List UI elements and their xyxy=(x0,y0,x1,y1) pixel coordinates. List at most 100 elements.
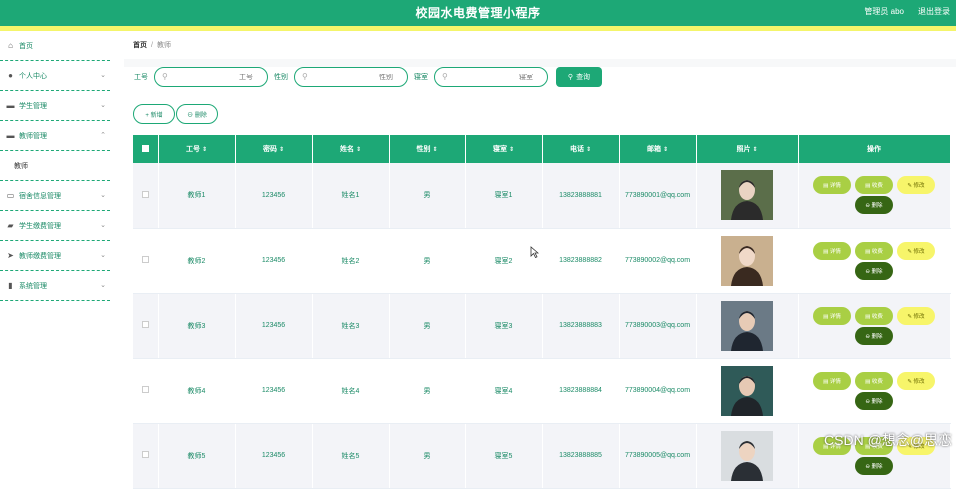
gender-search-field[interactable]: ⚲ xyxy=(294,67,408,87)
breadcrumb-home[interactable]: 首页 xyxy=(133,40,147,50)
cell-actions: ▤ 详情 ▤ 收费 ✎ 修改 ⊖ 删除 xyxy=(798,293,951,359)
row-checkbox[interactable] xyxy=(141,321,149,328)
sidebar-item-system[interactable]: ▮ 系统管理 ⌄ xyxy=(0,271,110,301)
row-checkbox-cell[interactable] xyxy=(133,293,159,359)
cell-phone: 13823888883 xyxy=(542,293,620,359)
search-icon: ⚲ xyxy=(442,72,448,81)
row-checkbox[interactable] xyxy=(141,256,149,263)
breadcrumb-current: 教师 xyxy=(156,42,171,49)
delete-button[interactable]: ⊖ 删除 xyxy=(176,104,218,124)
row-delete-button[interactable]: ⊖ 删除 xyxy=(855,456,893,475)
row-delete-button[interactable]: ⊖ 删除 xyxy=(855,196,893,215)
gender-search-input[interactable] xyxy=(295,73,407,81)
admin-user-label: 管理员 abo xyxy=(864,7,904,16)
table-row[interactable]: 教师3 123456 姓名3 男寝室3 13823888883 773890003@qq.… xyxy=(133,293,951,359)
main-area: 首页 / 教师 工号 ⚲ 性别 ⚲ 寝室 ⚲ ⚲ 查询 + 新增 ⊖ 删除 xyxy=(124,31,956,489)
teacher-photo[interactable] xyxy=(721,300,773,351)
header-password[interactable]: 密码 ⇕ xyxy=(235,135,313,163)
row-delete-button[interactable]: ⊖ 删除 xyxy=(855,261,893,280)
sidebar-item-teacher-management[interactable]: ▬ 教师管理 ⌃ xyxy=(0,121,110,151)
collect-fee-button[interactable]: ▤ 收费 xyxy=(855,306,893,325)
row-checkbox-cell[interactable] xyxy=(133,228,159,294)
header-phone[interactable]: 电话 ⇕ xyxy=(542,135,620,163)
chat-icon: ▭ xyxy=(6,191,15,200)
search-icon: ⚲ xyxy=(567,74,574,81)
logout-link[interactable]: 退出登录 xyxy=(918,6,950,17)
query-button[interactable]: ⚲ 查询 xyxy=(556,67,602,87)
collect-fee-button[interactable]: ▤ 收费 xyxy=(855,371,893,390)
sidebar-item-student-payment[interactable]: ▰ 学生缴费管理 ⌄ xyxy=(0,211,110,241)
edit-button[interactable]: ✎ 修改 xyxy=(897,371,935,390)
detail-button[interactable]: ▤ 详情 xyxy=(813,176,851,195)
header-select-all[interactable] xyxy=(133,135,159,163)
edit-button[interactable]: ✎ 修改 xyxy=(897,241,935,260)
sidebar: ⌂ 首页 ● 个人中心 ⌄ ▬ 学生管理 ⌄ ▬ 教师管理 ⌃ 教师 ▭ 宿舍信… xyxy=(0,31,110,460)
detail-button[interactable]: ▤ 详情 xyxy=(813,371,851,390)
cell-id: 教师1 xyxy=(158,163,236,229)
detail-button[interactable]: ▤ 详情 xyxy=(813,306,851,325)
sidebar-item-personal-center[interactable]: ● 个人中心 ⌄ xyxy=(0,61,110,91)
row-checkbox-cell[interactable] xyxy=(133,358,159,424)
table-row[interactable]: 教师2 123456 姓名2 男寝室2 13823888882 773890002@qq.… xyxy=(133,228,951,294)
csdn-watermark: CSDN @想念@思恋 xyxy=(824,432,952,448)
collect-fee-button[interactable]: ▤ 收费 xyxy=(855,241,893,260)
sidebar-subitem-label: 教师 xyxy=(14,162,28,170)
search-icon: ⚲ xyxy=(162,72,168,81)
row-checkbox[interactable] xyxy=(141,190,149,198)
chevron-up-icon: ⌃ xyxy=(100,132,106,139)
row-actions: ▤ 详情 ▤ 收费 ✎ 修改 ⊖ 删除 xyxy=(808,175,940,215)
cell-password: 123456 xyxy=(235,228,313,294)
cell-email: 773890001@qq.com xyxy=(619,163,697,229)
action-bar: + 新增 ⊖ 删除 xyxy=(133,104,219,124)
table-row[interactable]: 教师4 123456 姓名4 男寝室4 13823888884 773890004@qq.… xyxy=(133,358,951,424)
dorm-search-field[interactable]: ⚲ xyxy=(434,67,548,87)
row-checkbox-cell[interactable] xyxy=(133,163,159,229)
header-name[interactable]: 姓名 ⇕ xyxy=(312,135,390,163)
header-gender[interactable]: 性别 ⇕ xyxy=(389,135,466,163)
cell-password: 123456 xyxy=(235,423,313,489)
cell-gender: 男 xyxy=(389,163,466,229)
row-delete-button[interactable]: ⊖ 删除 xyxy=(855,391,893,410)
row-checkbox-cell[interactable] xyxy=(133,423,159,489)
collect-fee-button[interactable]: ▤ 收费 xyxy=(855,176,893,195)
row-checkbox[interactable] xyxy=(141,386,149,393)
sidebar-item-home[interactable]: ⌂ 首页 xyxy=(0,31,110,61)
cell-photo xyxy=(696,228,799,294)
chevron-down-icon: ⌄ xyxy=(100,102,106,109)
cell-email: 773890004@qq.com xyxy=(619,358,697,424)
row-checkbox[interactable] xyxy=(141,451,149,458)
teacher-photo[interactable] xyxy=(721,430,773,481)
header-dorm[interactable]: 寝室 ⇕ xyxy=(465,135,543,163)
teacher-photo[interactable] xyxy=(721,170,773,221)
sidebar-item-dorm-info[interactable]: ▭ 宿舍信息管理 ⌄ xyxy=(0,181,110,211)
dorm-search-input[interactable] xyxy=(435,73,547,81)
home-icon: ⌂ xyxy=(8,41,13,50)
teacher-photo[interactable] xyxy=(721,365,773,416)
monitor-icon: ▬ xyxy=(6,101,15,110)
search-bar: 工号 ⚲ 性别 ⚲ 寝室 ⚲ ⚲ 查询 xyxy=(134,67,602,87)
cell-gender: 男 xyxy=(389,228,466,294)
sort-icon: ⇕ xyxy=(662,147,669,153)
sidebar-item-teacher-payment[interactable]: ➤ 教师缴费管理 ⌄ xyxy=(0,241,110,271)
header-email[interactable]: 邮箱 ⇕ xyxy=(619,135,697,163)
cell-photo xyxy=(696,163,799,229)
sidebar-item-student-management[interactable]: ▬ 学生管理 ⌄ xyxy=(0,91,110,121)
id-search-field[interactable]: ⚲ xyxy=(154,67,268,87)
cell-photo xyxy=(696,423,799,489)
chevron-down-icon: ⌄ xyxy=(100,192,106,199)
select-all-checkbox[interactable] xyxy=(141,144,149,152)
cell-gender: 男 xyxy=(389,423,466,489)
sidebar-subitem-teacher[interactable]: 教师 xyxy=(0,151,110,181)
sort-icon: ⇕ xyxy=(432,147,438,153)
id-search-input[interactable] xyxy=(155,73,267,81)
header-photo[interactable]: 照片 ⇕ xyxy=(696,135,799,163)
edit-button[interactable]: ✎ 修改 xyxy=(897,176,935,195)
row-delete-button[interactable]: ⊖ 删除 xyxy=(855,326,893,345)
header-id[interactable]: 工号 ⇕ xyxy=(158,135,236,163)
table-row[interactable]: 教师1 123456 姓名1 男寝室1 13823888881 773890001@qq.… xyxy=(133,163,951,229)
add-button[interactable]: + 新增 xyxy=(133,104,175,124)
detail-button[interactable]: ▤ 详情 xyxy=(813,241,851,260)
cell-actions: ▤ 详情 ▤ 收费 ✎ 修改 ⊖ 删除 xyxy=(798,163,951,229)
edit-button[interactable]: ✎ 修改 xyxy=(897,306,935,325)
teacher-photo[interactable] xyxy=(721,235,773,286)
